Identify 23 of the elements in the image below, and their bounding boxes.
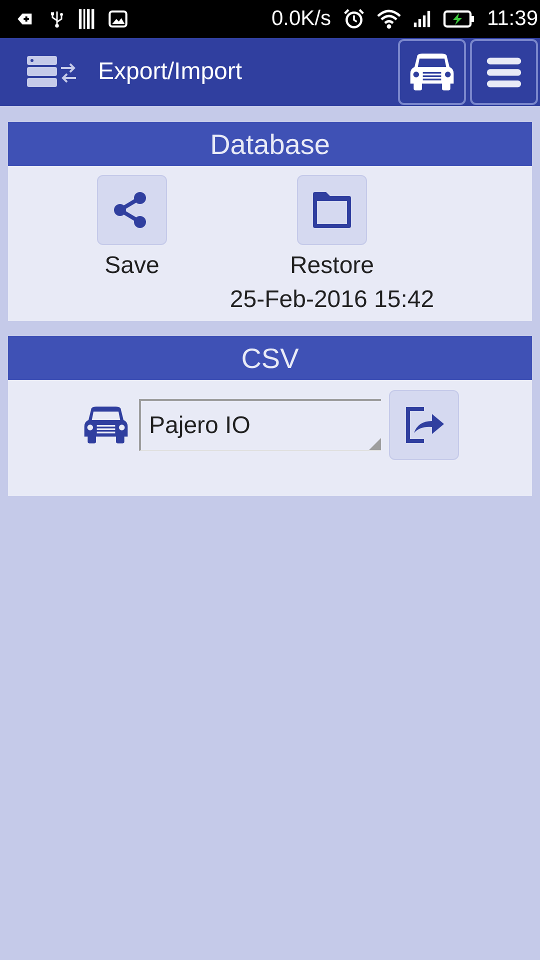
battery-icon (443, 10, 475, 28)
section-header: Database (8, 122, 532, 166)
database-transfer-icon (26, 55, 78, 89)
wifi-icon (377, 9, 401, 29)
restore-button[interactable] (297, 175, 367, 245)
vehicle-dropdown[interactable]: Pajero IO (139, 399, 381, 451)
save-button[interactable] (97, 175, 167, 245)
signal-icon (413, 9, 431, 29)
network-speed: 0.0K/s (271, 7, 331, 31)
action-label: Save (104, 251, 160, 281)
usb-icon (48, 9, 66, 29)
backup-date: 25-Feb-2016 15:42 (230, 285, 434, 315)
image-icon (108, 9, 128, 29)
status-time: 11:39 (487, 7, 538, 31)
section-header: CSV (8, 336, 532, 380)
alarm-icon (343, 8, 365, 30)
export-button[interactable] (389, 390, 459, 460)
dropdown-corner-icon (369, 438, 381, 450)
vehicle-button[interactable] (398, 39, 466, 105)
barcode-icon (78, 8, 96, 30)
screen-title: Export/Import (98, 58, 242, 86)
menu-button[interactable] (470, 39, 538, 105)
action-label: Restore (290, 251, 374, 281)
